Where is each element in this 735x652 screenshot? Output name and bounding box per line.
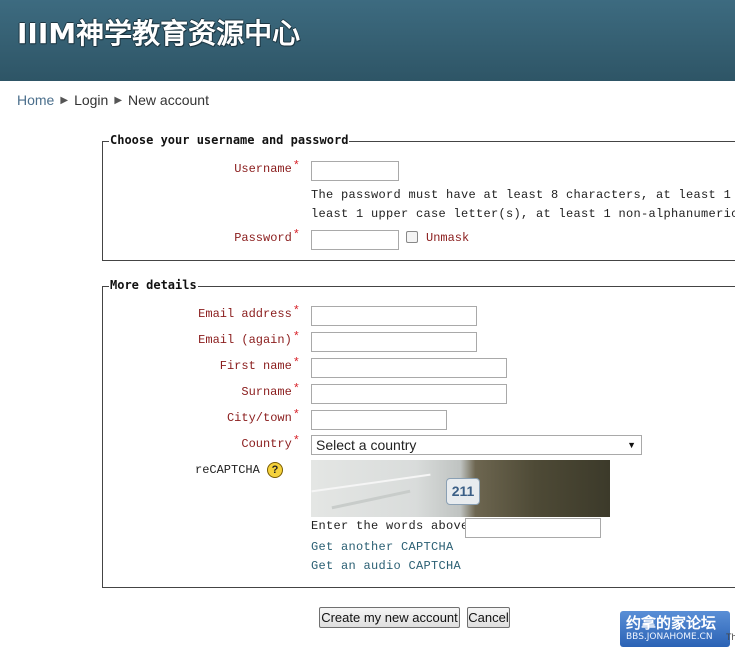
captcha-image: 211 [311, 460, 610, 517]
breadcrumb-separator-icon: ▶ [114, 94, 123, 106]
email-label: Email address* [198, 304, 300, 321]
watermark-line-2: BBS.JONAHOME.CN [626, 632, 713, 642]
country-label: Country* [241, 434, 300, 451]
password-help-line-2: least 1 upper case letter(s), at least 1… [311, 207, 735, 221]
required-icon: * [292, 228, 300, 242]
email-again-input[interactable] [311, 332, 477, 352]
country-select-value: Select a country [316, 437, 417, 453]
watermark-tail-text: The [726, 632, 735, 642]
password-label: Password* [234, 228, 300, 245]
breadcrumb-separator-icon: ▶ [60, 94, 69, 106]
credentials-legend: Choose your username and password [109, 133, 350, 147]
create-account-button[interactable]: Create my new account [319, 607, 460, 628]
required-icon: * [292, 159, 300, 173]
watermark-line-1: 约拿的家论坛 [626, 614, 717, 632]
username-input[interactable] [311, 161, 399, 181]
required-icon: * [292, 304, 300, 318]
first-name-label: First name* [219, 356, 300, 373]
enter-words-label: Enter the words above [311, 519, 469, 533]
captcha-streak [331, 489, 411, 510]
get-audio-captcha-link[interactable]: Get an audio CAPTCHA [311, 559, 461, 573]
surname-input[interactable] [311, 384, 507, 404]
help-icon[interactable]: ? [267, 462, 283, 478]
breadcrumb: Home ▶ Login ▶ New account [17, 91, 209, 109]
username-label: Username* [234, 159, 300, 176]
country-select[interactable]: Select a country ▼ [311, 435, 642, 455]
forum-watermark-logo: 约拿的家论坛 BBS.JONAHOME.CN [620, 611, 730, 647]
unmask-checkbox[interactable] [406, 231, 418, 243]
required-icon: * [292, 408, 300, 422]
details-legend: More details [109, 278, 198, 292]
cancel-button[interactable]: Cancel [467, 607, 510, 628]
unmask-label[interactable]: Unmask [426, 231, 469, 245]
email-again-label: Email (again)* [198, 330, 300, 347]
required-icon: * [292, 382, 300, 396]
first-name-input[interactable] [311, 358, 507, 378]
password-input[interactable] [311, 230, 399, 250]
breadcrumb-current: New account [128, 92, 209, 108]
captcha-number-plate: 211 [446, 478, 480, 505]
required-icon: * [292, 330, 300, 344]
required-icon: * [292, 356, 300, 370]
surname-label: Surname* [241, 382, 300, 399]
site-header: IIIM神学教育资源中心 [0, 0, 735, 81]
email-input[interactable] [311, 306, 477, 326]
required-icon: * [292, 434, 300, 448]
site-title[interactable]: IIIM神学教育资源中心 [17, 12, 300, 52]
get-another-captcha-link[interactable]: Get another CAPTCHA [311, 540, 454, 554]
captcha-response-input[interactable] [465, 518, 601, 538]
password-help-line-1: The password must have at least 8 charac… [311, 188, 735, 202]
breadcrumb-home-link[interactable]: Home [17, 92, 54, 108]
breadcrumb-login-link[interactable]: Login [74, 92, 108, 108]
recaptcha-label: reCAPTCHA [195, 463, 260, 477]
city-input[interactable] [311, 410, 447, 430]
city-label: City/town* [226, 408, 300, 425]
dropdown-arrow-icon: ▼ [627, 440, 636, 450]
captcha-streak [311, 473, 431, 493]
